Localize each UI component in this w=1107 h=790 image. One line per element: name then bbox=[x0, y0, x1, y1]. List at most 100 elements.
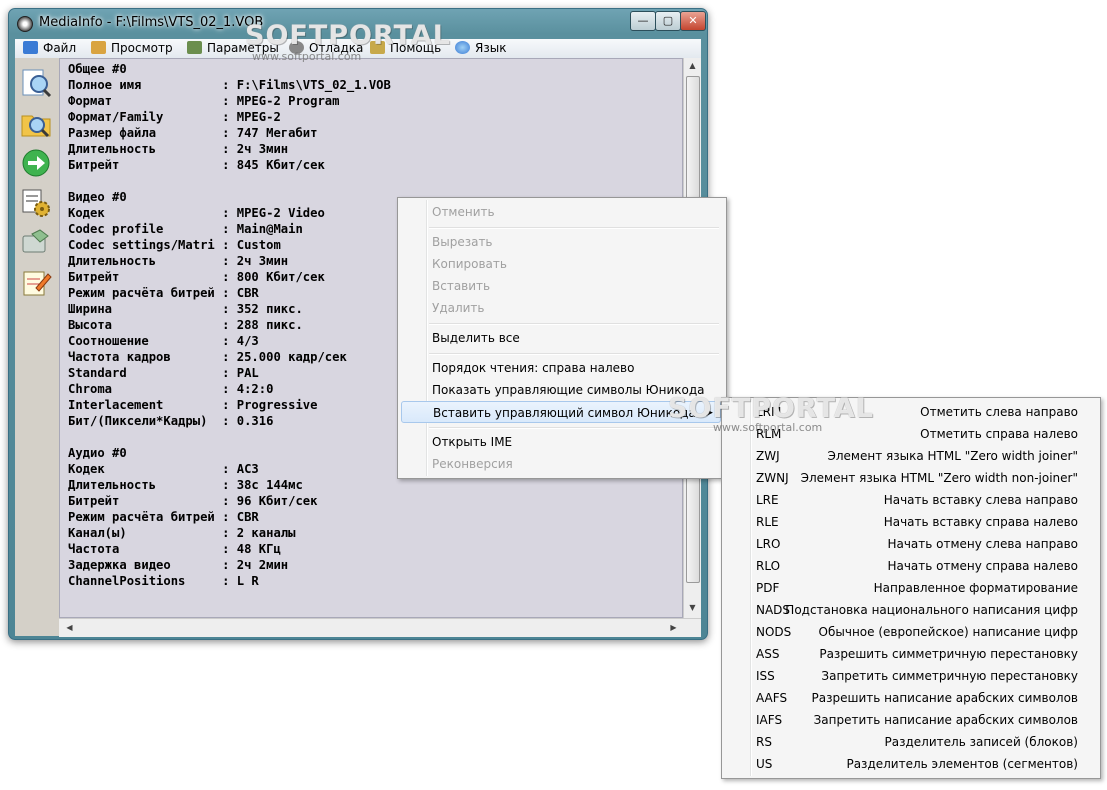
softportal-watermark: SOFTPORTAL bbox=[668, 393, 875, 424]
softportal-watermark: SOFTPORTAL bbox=[245, 20, 452, 51]
unicode-submenu-item[interactable]: PDF Направленное форматирование bbox=[722, 577, 1100, 599]
report-line: Interlacement : Progressive bbox=[68, 398, 318, 412]
maximize-button[interactable]: ▢ bbox=[655, 11, 681, 31]
report-line bbox=[68, 173, 391, 189]
export-icon[interactable] bbox=[20, 228, 52, 258]
menu-cut[interactable]: Вырезать bbox=[401, 231, 721, 253]
unicode-description: Начать отмену справа налево bbox=[887, 559, 1078, 573]
menu-language[interactable]: Язык bbox=[455, 41, 506, 55]
unicode-description: Начать вставку слева направо bbox=[883, 493, 1078, 507]
menu-separator bbox=[429, 227, 719, 229]
menu-view[interactable]: Просмотр bbox=[91, 41, 173, 55]
close-button[interactable]: ✕ bbox=[680, 11, 706, 31]
report-line: Codec settings/Matri : Custom bbox=[68, 238, 281, 252]
unicode-code: ASS bbox=[756, 647, 780, 661]
unicode-submenu-item[interactable]: RLE Начать вставку справа налево bbox=[722, 511, 1100, 533]
unicode-code: RLE bbox=[756, 515, 779, 529]
unicode-description: Начать отмену слева направо bbox=[887, 537, 1078, 551]
menu-undo[interactable]: Отменить bbox=[401, 201, 721, 223]
report-line: Codec profile : Main@Main bbox=[68, 222, 303, 236]
report-line: Длительность : 38с 144мс bbox=[68, 478, 303, 492]
unicode-description: Разделитель элементов (сегментов) bbox=[846, 757, 1078, 771]
report-line: Общее #0 bbox=[68, 62, 127, 76]
unicode-submenu-item[interactable]: LRE Начать вставку слева направо bbox=[722, 489, 1100, 511]
unicode-code: ZWNJ bbox=[756, 471, 789, 485]
report-line: Частота кадров : 25.000 кадр/сек bbox=[68, 350, 347, 364]
menu-select-all[interactable]: Выделить все bbox=[401, 327, 721, 349]
report-line: Битрейт : 845 Кбит/сек bbox=[68, 158, 325, 172]
magnifier-document-icon[interactable] bbox=[20, 68, 52, 98]
report-line: Chroma : 4:2:0 bbox=[68, 382, 274, 396]
menu-separator bbox=[429, 353, 719, 355]
menu-file[interactable]: Файл bbox=[23, 41, 76, 55]
scroll-up-icon[interactable]: ▲ bbox=[684, 58, 701, 74]
unicode-submenu-item[interactable]: RS Разделитель записей (блоков) bbox=[722, 731, 1100, 753]
unicode-submenu-item[interactable]: ZWNJ Элемент языка HTML "Zero width non-j… bbox=[722, 467, 1100, 489]
green-arrow-icon[interactable] bbox=[20, 148, 52, 178]
menu-separator bbox=[429, 427, 719, 429]
menu-copy[interactable]: Копировать bbox=[401, 253, 721, 275]
unicode-code: NODS bbox=[756, 625, 792, 639]
unicode-description: Подстановка национального написания цифр bbox=[785, 603, 1078, 617]
report-line: ChannelPositions : L R bbox=[68, 574, 259, 588]
report-lines: Общее #0 Полное имя : F:\Films\VTS_02_1.V… bbox=[68, 61, 391, 589]
settings-icon bbox=[187, 41, 202, 54]
unicode-submenu-item[interactable]: ISS Запретить симметричную перестановку bbox=[722, 665, 1100, 687]
menu-rtl-reading-order[interactable]: Порядок чтения: справа налево bbox=[401, 357, 721, 379]
report-line: Ширина : 352 пикс. bbox=[68, 302, 303, 316]
notepad-icon[interactable] bbox=[20, 268, 52, 298]
report-line: Битрейт : 800 Кбит/сек bbox=[68, 270, 325, 284]
report-line: Соотношение : 4/3 bbox=[68, 334, 259, 348]
report-line bbox=[68, 429, 391, 445]
gear-tools-icon[interactable] bbox=[20, 188, 52, 218]
report-line: Частота : 48 КГц bbox=[68, 542, 281, 556]
report-line: Аудио #0 bbox=[68, 446, 127, 460]
unicode-submenu-item[interactable]: RLO Начать отмену справа налево bbox=[722, 555, 1100, 577]
unicode-submenu-item[interactable]: IAFS Запретить написание арабских символо… bbox=[722, 709, 1100, 731]
unicode-code: RS bbox=[756, 735, 772, 749]
unicode-description: Направленное форматирование bbox=[873, 581, 1078, 595]
unicode-submenu-item[interactable]: ASS Разрешить симметричную перестановку bbox=[722, 643, 1100, 665]
magnifier-folder-icon[interactable] bbox=[20, 108, 52, 138]
unicode-description: Разрешить написание арабских символов bbox=[811, 691, 1079, 705]
unicode-submenu-item[interactable]: LRO Начать отмену слева направо bbox=[722, 533, 1100, 555]
minimize-button[interactable]: — bbox=[630, 11, 656, 31]
report-line: Формат : MPEG-2 Program bbox=[68, 94, 340, 108]
unicode-code: RLO bbox=[756, 559, 781, 573]
menu-open-ime[interactable]: Открыть IME bbox=[401, 431, 721, 453]
unicode-description: Элемент языка HTML "Zero width joiner" bbox=[827, 449, 1078, 463]
globe-icon bbox=[455, 41, 470, 54]
unicode-submenu-item[interactable]: ZWJ Элемент языка HTML "Zero width joiner… bbox=[722, 445, 1100, 467]
unicode-code: US bbox=[756, 757, 773, 771]
menu-reconversion[interactable]: Реконверсия bbox=[401, 453, 721, 475]
report-line: Полное имя : F:\Films\VTS_02_1.VOB bbox=[68, 78, 391, 92]
horizontal-scrollbar[interactable]: ◀ ▶ bbox=[59, 618, 701, 637]
scroll-right-icon[interactable]: ▶ bbox=[665, 620, 682, 636]
report-line: Кодек : MPEG-2 Video bbox=[68, 206, 325, 220]
report-line: Задержка видео : 2ч 2мин bbox=[68, 558, 289, 572]
unicode-submenu-item[interactable]: NODS Обычное (европейское) написание цифр bbox=[722, 621, 1100, 643]
report-line: Высота : 288 пикс. bbox=[68, 318, 303, 332]
sidebar-toolbar bbox=[15, 58, 60, 636]
watermark-url: www.softportal.com bbox=[713, 421, 823, 434]
report-line: Битрейт : 96 Кбит/сек bbox=[68, 494, 318, 508]
menu-paste[interactable]: Вставить bbox=[401, 275, 721, 297]
unicode-submenu-item[interactable]: NADS Подстановка национального написания … bbox=[722, 599, 1100, 621]
unicode-submenu-item[interactable]: US Разделитель элементов (сегментов) bbox=[722, 753, 1100, 775]
scroll-down-icon[interactable]: ▼ bbox=[684, 600, 701, 616]
unicode-code: PDF bbox=[756, 581, 780, 595]
unicode-code: LRE bbox=[756, 493, 779, 507]
unicode-code: LRO bbox=[756, 537, 781, 551]
unicode-submenu-item[interactable]: AAFS Разрешить написание арабских символо… bbox=[722, 687, 1100, 709]
unicode-control-submenu: LRM Отметить слева направо RLM Отметить спр… bbox=[721, 397, 1101, 779]
unicode-description: Разрешить симметричную перестановку bbox=[819, 647, 1078, 661]
menu-delete[interactable]: Удалить bbox=[401, 297, 721, 319]
report-line: Standard : PAL bbox=[68, 366, 259, 380]
report-line: Бит/(Пиксели*Кадры) : 0.316 bbox=[68, 414, 274, 428]
scroll-left-icon[interactable]: ◀ bbox=[61, 620, 78, 636]
report-line: Размер файла : 747 Мегабит bbox=[68, 126, 318, 140]
unicode-description: Запретить написание арабских символов bbox=[813, 713, 1078, 727]
report-line: Длительность : 2ч 3мин bbox=[68, 254, 289, 268]
watermark-url: www.softportal.com bbox=[252, 50, 362, 63]
folder-icon bbox=[23, 41, 38, 54]
